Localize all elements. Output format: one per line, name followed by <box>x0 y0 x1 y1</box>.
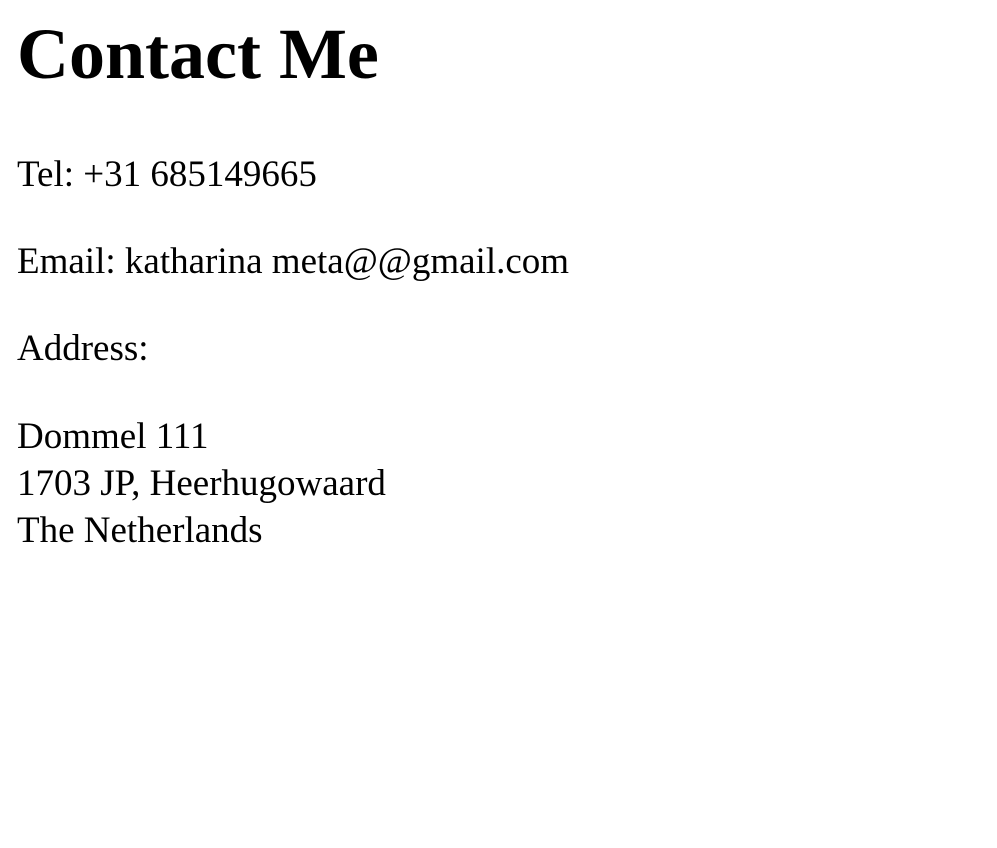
address-postal-city: 1703 JP, Heerhugowaard <box>17 463 386 504</box>
address-country: The Netherlands <box>17 510 263 551</box>
email-text: Email: katharina meta@@gmail.com <box>17 241 570 282</box>
page-title: Contact Me <box>17 14 379 94</box>
address-street: Dommel 111 <box>17 416 209 457</box>
address-block: Dommel 111 1703 JP, Heerhugowaard The Ne… <box>17 414 386 555</box>
telephone-text: Tel: +31 685149665 <box>17 154 317 195</box>
address-label: Address: <box>17 328 149 369</box>
